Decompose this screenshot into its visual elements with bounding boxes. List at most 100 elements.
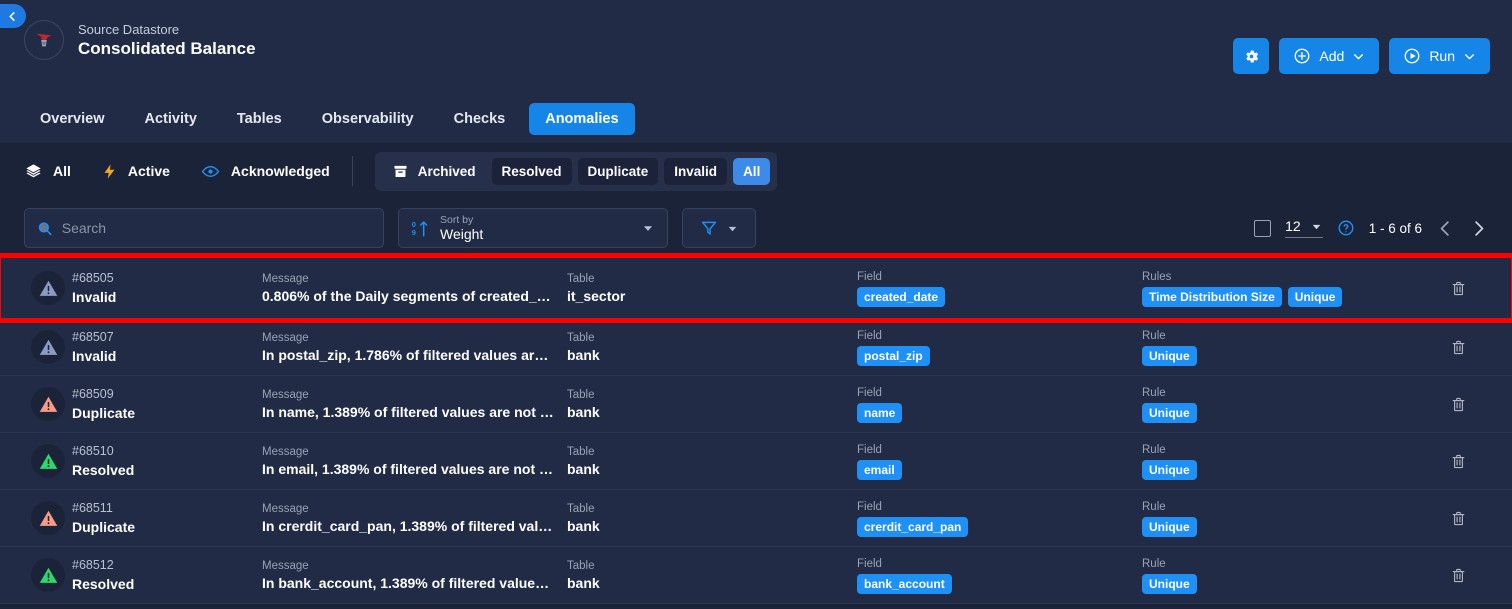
message-header: Message [262, 445, 309, 458]
field-cell: Field email [857, 442, 1142, 480]
trash-icon[interactable] [1450, 567, 1467, 584]
chip-invalid[interactable]: Invalid [664, 157, 728, 185]
table-row[interactable]: #68510 Resolved Message In email, 1.389% of… [0, 433, 1512, 490]
field-cell: Field created_date [857, 269, 1142, 307]
tab-observability[interactable]: Observability [306, 103, 430, 135]
anomaly-id-cell: #68505 Invalid [72, 269, 262, 307]
back-button[interactable] [0, 4, 26, 28]
page-size-select[interactable]: 12 [1285, 218, 1323, 238]
scope-filter-acknowledged[interactable]: Acknowledged [200, 162, 330, 181]
pagination-prev-button[interactable] [1436, 219, 1455, 238]
tab-overview[interactable]: Overview [24, 103, 121, 135]
rules-header: Rule [1142, 330, 1166, 342]
rule-tag[interactable]: Unique [1142, 346, 1197, 366]
rule-tags: Unique [1142, 403, 1450, 423]
tab-anomalies[interactable]: Anomalies [529, 103, 635, 135]
table-row[interactable]: #68511 Duplicate Message In crerdit_card_pa… [0, 490, 1512, 547]
scope-filter-all-label: All [53, 163, 71, 179]
message-header: Message [262, 502, 309, 515]
field-tag[interactable]: name [857, 403, 903, 423]
alert-triangle-icon [39, 280, 57, 296]
scope-filter-active[interactable]: Active [101, 162, 170, 181]
trash-icon[interactable] [1450, 510, 1467, 527]
trash-icon[interactable] [1450, 396, 1467, 413]
anomaly-id: #68507 [72, 330, 114, 344]
status-icon-cell [24, 271, 72, 305]
rules-header: Rule [1142, 387, 1166, 399]
rule-tag[interactable]: Unique [1142, 460, 1197, 480]
rule-tags: Unique [1142, 346, 1450, 366]
pagination-controls: 12 1 - 6 of 6 [1254, 218, 1488, 238]
rules-header: Rule [1142, 444, 1166, 456]
table-header: Table [567, 388, 595, 401]
message-text: 0.806% of the Daily segments of created_… [262, 287, 554, 304]
delete-cell [1450, 567, 1490, 584]
page-size-value: 12 [1285, 218, 1301, 234]
sort-by-value: Weight [440, 225, 484, 242]
trash-icon[interactable] [1450, 280, 1467, 297]
chip-archived[interactable]: Archived [382, 157, 486, 186]
field-tag[interactable]: bank_account [857, 574, 952, 594]
table-row[interactable]: #68509 Duplicate Message In name, 1.389% of… [0, 376, 1512, 433]
trash-icon[interactable] [1450, 339, 1467, 356]
table-header: Table [567, 502, 595, 515]
add-button[interactable]: Add [1279, 38, 1380, 74]
field-tags: crerdit_card_pan [857, 517, 1142, 537]
rule-tags: Unique [1142, 460, 1450, 480]
run-button-label: Run [1429, 48, 1455, 64]
rules-header: Rule [1142, 501, 1166, 513]
field-tag[interactable]: created_date [857, 287, 946, 307]
filter-button[interactable] [682, 208, 756, 248]
help-circle-icon[interactable] [1337, 219, 1355, 237]
field-tag[interactable]: postal_zip [857, 346, 930, 366]
anomaly-status: Resolved [72, 576, 135, 592]
field-header: Field [857, 271, 882, 283]
settings-button[interactable] [1233, 38, 1270, 74]
anomaly-status: Invalid [72, 348, 117, 364]
field-header: Field [857, 501, 882, 513]
select-all-checkbox[interactable] [1254, 219, 1272, 237]
field-tags: bank_account [857, 574, 1142, 594]
field-tags: created_date [857, 287, 1142, 307]
sort-by-select[interactable]: 0 9 Sort by Weight [398, 208, 668, 248]
chip-duplicate[interactable]: Duplicate [577, 157, 659, 185]
page-header: Source Datastore Consolidated Balance Ad… [0, 0, 1512, 95]
table-header: Table [567, 331, 595, 344]
trash-icon[interactable] [1450, 453, 1467, 470]
scope-filter-all[interactable]: All [24, 162, 71, 181]
message-header: Message [262, 388, 309, 401]
message-text: In email, 1.389% of filtered values are … [262, 460, 554, 477]
run-button[interactable]: Run [1389, 38, 1490, 74]
rule-tag[interactable]: Time Distribution Size [1142, 287, 1282, 307]
field-tag[interactable]: crerdit_card_pan [857, 517, 969, 537]
table-cell: Table bank [567, 330, 857, 365]
rule-tag[interactable]: Unique [1287, 287, 1343, 307]
svg-text:9: 9 [412, 227, 416, 236]
table-cell: Table it_sector [567, 271, 857, 306]
table-row[interactable]: #68512 Resolved Message In bank_account, 1.… [0, 547, 1512, 604]
rule-tag[interactable]: Unique [1142, 403, 1197, 423]
anomaly-id: #68510 [72, 444, 114, 458]
tab-tables[interactable]: Tables [221, 103, 298, 135]
table-row[interactable]: #68505 Invalid Message 0.806% of the Daily … [0, 253, 1512, 323]
rule-tag[interactable]: Unique [1142, 517, 1197, 537]
message-text: In crerdit_card_pan, 1.389% of filtered … [262, 517, 554, 534]
search-box[interactable] [24, 208, 384, 248]
chip-resolved[interactable]: Resolved [491, 157, 572, 185]
pagination-next-button[interactable] [1469, 219, 1488, 238]
field-cell: Field crerdit_card_pan [857, 499, 1142, 537]
search-input[interactable] [61, 220, 371, 236]
chip-all[interactable]: All [733, 157, 771, 185]
field-header: Field [857, 444, 882, 456]
rule-tag[interactable]: Unique [1142, 574, 1197, 594]
table-header: Table [567, 559, 595, 572]
status-icon-cell [24, 330, 72, 364]
message-cell: Message 0.806% of the Daily segments of c… [262, 271, 567, 306]
tab-checks[interactable]: Checks [438, 103, 522, 135]
table-name: bank [567, 574, 600, 591]
table-row[interactable]: #68507 Invalid Message In postal_zip, 1.786… [0, 319, 1512, 376]
anomaly-id-cell: #68507 Invalid [72, 328, 262, 366]
delete-cell [1450, 453, 1490, 470]
tab-activity[interactable]: Activity [129, 103, 213, 135]
field-tag[interactable]: email [857, 460, 902, 480]
